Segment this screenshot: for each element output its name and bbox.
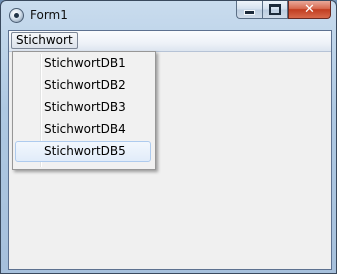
menu-item-stichwortdb2[interactable]: StichwortDB2: [15, 75, 151, 96]
menu-item-stichwortdb5[interactable]: StichwortDB5: [15, 141, 151, 162]
form-client-area: Stichwort StichwortDB1 StichwortDB2 Stic…: [8, 30, 332, 270]
caption-buttons: ✕: [236, 1, 331, 20]
menu-item-stichwortdb3[interactable]: StichwortDB3: [15, 97, 151, 118]
app-icon[interactable]: [9, 8, 24, 23]
minimize-button[interactable]: [236, 1, 262, 19]
menu-item-stichwortdb1[interactable]: StichwortDB1: [15, 53, 151, 74]
window-title: Form1: [30, 8, 68, 22]
close-icon: ✕: [304, 2, 315, 17]
menu-stichwort[interactable]: Stichwort: [11, 32, 78, 49]
menu-bar: Stichwort: [9, 31, 331, 52]
minimize-icon: [244, 10, 255, 15]
title-bar[interactable]: Form1 ✕: [1, 1, 336, 30]
close-button[interactable]: ✕: [288, 1, 331, 19]
stichwort-dropdown-menu: StichwortDB1 StichwortDB2 StichwortDB3 S…: [12, 51, 156, 170]
form1-window: Form1 ✕ Stichwort StichwortDB1 Stichwort…: [0, 0, 337, 274]
maximize-button[interactable]: [262, 1, 288, 19]
menu-item-stichwortdb4[interactable]: StichwortDB4: [15, 119, 151, 140]
maximize-icon: [269, 4, 281, 15]
